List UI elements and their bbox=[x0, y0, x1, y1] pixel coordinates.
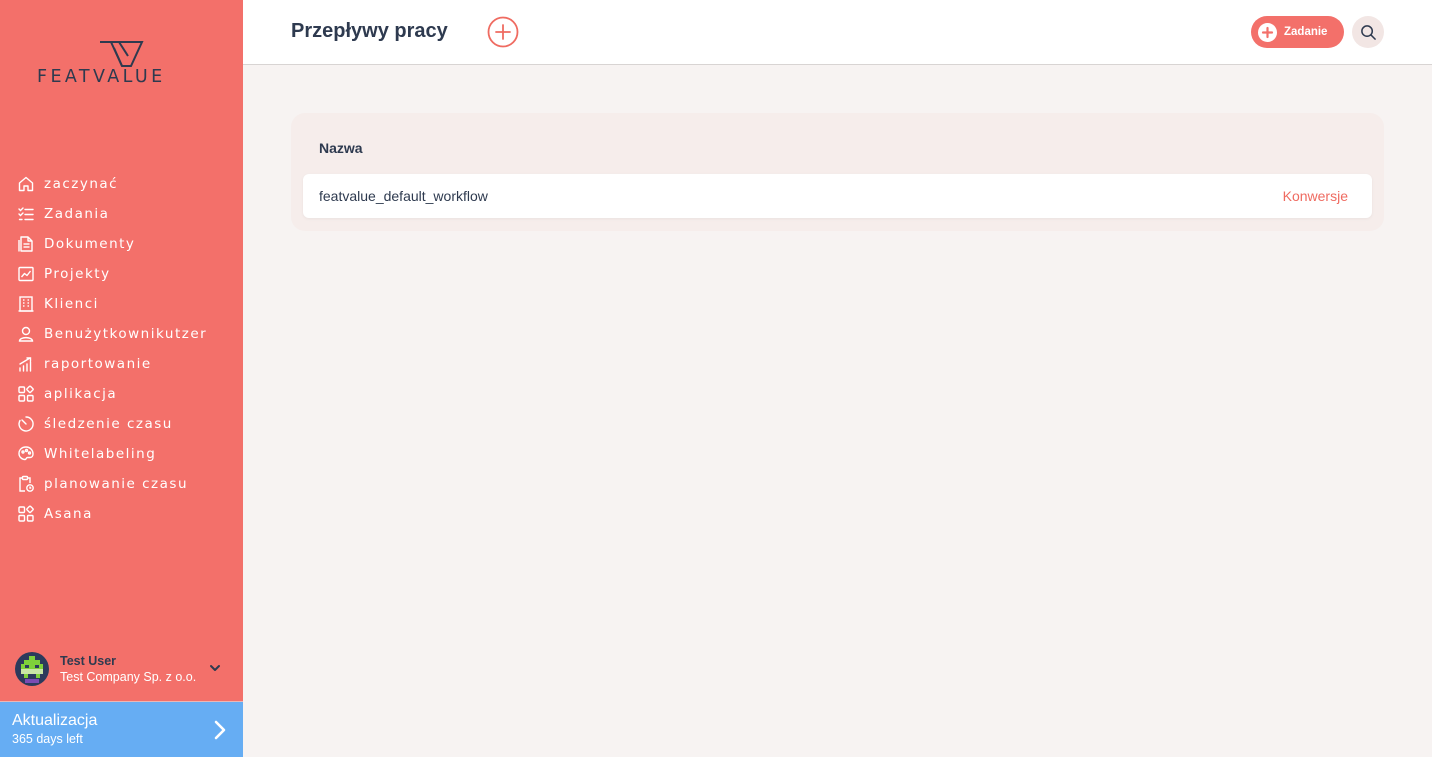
sidebar-item-whitelabeling[interactable]: Whitelabeling bbox=[0, 439, 243, 469]
clipboard-clock-icon bbox=[19, 475, 34, 492]
apps-icon bbox=[18, 505, 34, 522]
upgrade-title: Aktualizacja bbox=[12, 712, 98, 729]
palette-icon bbox=[18, 446, 34, 461]
apps-icon bbox=[18, 385, 34, 402]
sidebar-item-label: Dokumenty bbox=[44, 236, 136, 252]
sidebar-item-label: Benużytkownikutzer bbox=[44, 326, 208, 342]
sidebar-item-label: śledzenie czasu bbox=[44, 416, 173, 432]
page-title: Przepływy pracy bbox=[291, 20, 448, 42]
pixel-avatar-icon bbox=[21, 656, 43, 683]
sidebar-item-label: Whitelabeling bbox=[44, 446, 157, 462]
logo-text: FEATVALUE bbox=[37, 67, 166, 87]
user-name: Test User bbox=[60, 654, 117, 668]
document-icon bbox=[18, 236, 33, 252]
sidebar-item-users[interactable]: Benużytkownikutzer bbox=[0, 319, 243, 349]
sidebar-item-apps[interactable]: aplikacja bbox=[0, 379, 243, 409]
sidebar: FEATVALUE zaczynać Zadania Dokumenty Pro… bbox=[0, 0, 243, 757]
logo-mark-icon bbox=[100, 41, 144, 67]
upgrade-days-left: 365 days left bbox=[12, 732, 83, 746]
workflow-name: featvalue_default_workflow bbox=[319, 188, 488, 204]
sidebar-nav: zaczynać Zadania Dokumenty Projekty Klie… bbox=[0, 169, 243, 529]
upgrade-banner[interactable]: Aktualizacja 365 days left bbox=[0, 701, 243, 757]
chart-board-icon bbox=[18, 266, 34, 282]
building-icon bbox=[18, 296, 34, 312]
avatar bbox=[15, 652, 49, 686]
sidebar-item-start[interactable]: zaczynać bbox=[0, 169, 243, 199]
sidebar-item-label: Zadania bbox=[44, 206, 110, 222]
sidebar-item-label: Klienci bbox=[44, 296, 99, 312]
sidebar-item-label: planowanie czasu bbox=[44, 476, 188, 492]
chevron-right-icon bbox=[214, 720, 226, 740]
conversions-link[interactable]: Konwersje bbox=[1283, 188, 1348, 204]
search-button[interactable] bbox=[1352, 16, 1384, 48]
sidebar-item-label: zaczynać bbox=[44, 176, 119, 192]
user-icon bbox=[18, 326, 34, 342]
plus-circle-icon bbox=[1258, 22, 1277, 42]
sidebar-item-label: raportowanie bbox=[44, 356, 152, 372]
sidebar-item-time-tracking[interactable]: śledzenie czasu bbox=[0, 409, 243, 439]
featvalue-logo[interactable]: FEATVALUE bbox=[37, 40, 209, 90]
workflows-table: Nazwa featvalue_default_workflow Konwers… bbox=[291, 113, 1384, 231]
top-header: Przepływy pracy Zadanie bbox=[243, 0, 1432, 65]
checklist-icon bbox=[18, 207, 34, 221]
sidebar-item-reporting[interactable]: raportowanie bbox=[0, 349, 243, 379]
timer-icon bbox=[18, 416, 34, 432]
reporting-icon bbox=[19, 357, 32, 372]
sidebar-item-asana[interactable]: Asana bbox=[0, 499, 243, 529]
column-header-name: Nazwa bbox=[319, 140, 363, 156]
sidebar-item-label: aplikacja bbox=[44, 386, 118, 402]
sidebar-item-label: Projekty bbox=[44, 266, 111, 282]
user-menu[interactable]: Test User Test Company Sp. z o.o. bbox=[15, 651, 230, 687]
sidebar-item-projects[interactable]: Projekty bbox=[0, 259, 243, 289]
sidebar-item-clients[interactable]: Klienci bbox=[0, 289, 243, 319]
add-workflow-button[interactable] bbox=[487, 16, 519, 48]
table-row[interactable]: featvalue_default_workflow Konwersje bbox=[303, 174, 1372, 218]
home-icon bbox=[18, 176, 34, 192]
sidebar-item-documents[interactable]: Dokumenty bbox=[0, 229, 243, 259]
chevron-down-icon[interactable] bbox=[208, 661, 222, 675]
user-company: Test Company Sp. z o.o. bbox=[60, 670, 197, 684]
sidebar-item-time-planning[interactable]: planowanie czasu bbox=[0, 469, 243, 499]
search-icon bbox=[1360, 24, 1376, 40]
sidebar-item-label: Asana bbox=[44, 506, 93, 522]
sidebar-item-tasks[interactable]: Zadania bbox=[0, 199, 243, 229]
add-task-button[interactable]: Zadanie bbox=[1251, 16, 1344, 48]
add-task-label: Zadanie bbox=[1284, 26, 1328, 38]
